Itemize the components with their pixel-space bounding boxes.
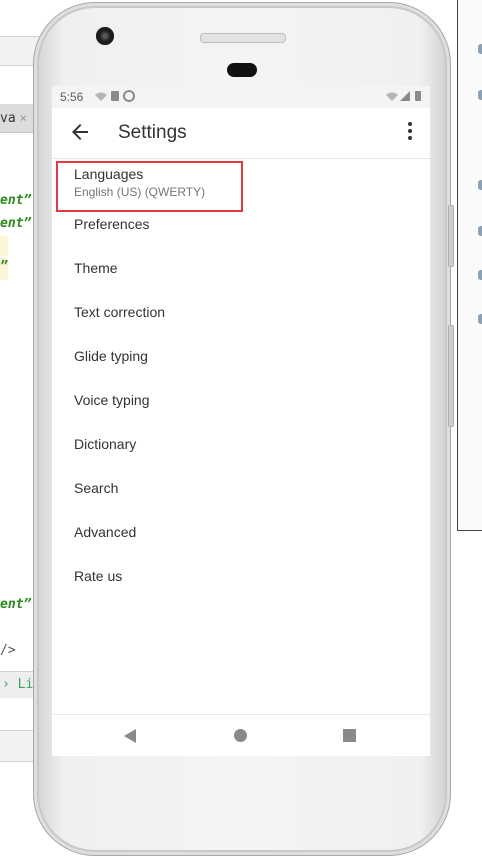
- ide-tab-label: va: [0, 111, 16, 126]
- nav-recents-icon[interactable]: [343, 729, 356, 742]
- nav-home-icon[interactable]: [234, 729, 247, 742]
- settings-item-label: Search: [74, 480, 119, 496]
- settings-item-label: Rate us: [74, 568, 123, 584]
- nav-back-icon[interactable]: [124, 729, 136, 743]
- settings-item-dictionary[interactable]: Dictionary: [52, 424, 430, 468]
- proximity-sensor: [227, 63, 257, 77]
- system-icons: [386, 90, 422, 105]
- navigation-bar: [52, 714, 430, 756]
- code-line: ent”: [0, 597, 32, 612]
- code-line: ent”: [0, 193, 32, 208]
- settings-item-rate-us[interactable]: Rate us: [52, 556, 430, 600]
- settings-item-search[interactable]: Search: [52, 468, 430, 512]
- ide-tab-close-icon[interactable]: ×: [20, 111, 27, 125]
- settings-item-label: Dictionary: [74, 436, 137, 452]
- side-panel-icon[interactable]: [478, 226, 482, 236]
- settings-list: Languages English (US) (QWERTY) Preferen…: [52, 160, 430, 600]
- page-title: Settings: [118, 122, 187, 143]
- settings-item-theme[interactable]: Theme: [52, 248, 430, 292]
- earpiece-speaker: [200, 33, 286, 43]
- code-highlight: [0, 236, 8, 256]
- notification-icons: [94, 90, 140, 105]
- settings-item-label: Voice typing: [74, 392, 150, 408]
- side-panel-icon[interactable]: [478, 270, 482, 280]
- side-panel-icon[interactable]: [478, 44, 482, 54]
- wifi-sd-sync-icon: [95, 90, 135, 102]
- app-bar: Settings: [52, 108, 430, 159]
- settings-item-label: Preferences: [74, 216, 150, 232]
- front-camera-icon: [96, 27, 114, 45]
- code-line: ”: [0, 259, 8, 274]
- settings-item-label: Glide typing: [74, 348, 148, 364]
- arrow-back-icon[interactable]: [68, 120, 92, 144]
- signal-battery-icon: [386, 91, 421, 101]
- ide-side-panel: [457, 0, 482, 531]
- highlight-box: [56, 161, 243, 212]
- settings-item-text-correction[interactable]: Text correction: [52, 292, 430, 336]
- side-panel-icon[interactable]: [478, 90, 482, 100]
- status-bar: 5:56: [52, 86, 430, 108]
- power-button[interactable]: [448, 325, 454, 427]
- side-panel-icon[interactable]: [478, 314, 482, 324]
- settings-item-advanced[interactable]: Advanced: [52, 512, 430, 556]
- side-panel-icon[interactable]: [478, 180, 482, 190]
- settings-item-label: Advanced: [74, 524, 137, 540]
- more-vert-icon[interactable]: [408, 122, 414, 142]
- code-closing-tag: />: [0, 643, 16, 658]
- settings-item-voice-typing[interactable]: Voice typing: [52, 380, 430, 424]
- settings-item-label: Theme: [74, 260, 118, 276]
- status-time: 5:56: [60, 90, 84, 104]
- settings-item-label: Text correction: [74, 304, 166, 320]
- code-line: ent”: [0, 216, 32, 231]
- volume-button[interactable]: [448, 205, 454, 267]
- settings-item-glide-typing[interactable]: Glide typing: [52, 336, 430, 380]
